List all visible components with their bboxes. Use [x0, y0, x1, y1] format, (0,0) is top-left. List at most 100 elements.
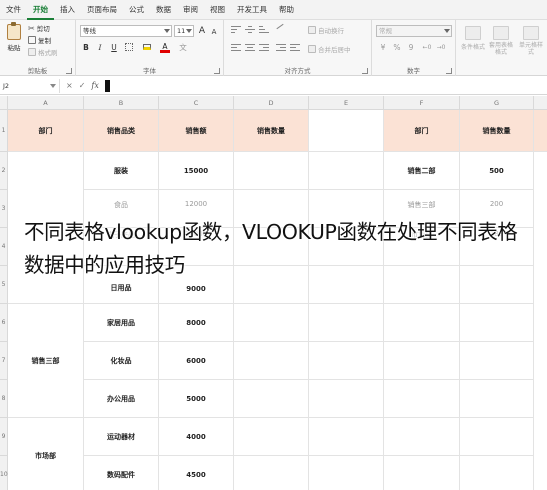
menu-developer[interactable]: 开发工具 — [231, 0, 273, 20]
row-header-3[interactable]: 3 — [0, 190, 8, 228]
header-cell-amount[interactable]: 销售额 — [159, 110, 234, 152]
lookup-dept-cell[interactable]: 销售二部 — [384, 152, 460, 190]
italic-button[interactable]: I — [95, 43, 105, 53]
cell-f[interactable] — [384, 380, 460, 418]
menu-view[interactable]: 视图 — [204, 0, 231, 20]
align-bottom-icon[interactable] — [259, 26, 269, 34]
border-button[interactable] — [124, 43, 134, 53]
menu-home[interactable]: 开始 — [27, 0, 54, 20]
row-header-8[interactable]: 8 — [0, 380, 8, 418]
qty-cell[interactable] — [234, 304, 309, 342]
number-launcher-icon[interactable] — [446, 68, 452, 74]
clipboard-launcher-icon[interactable] — [66, 68, 72, 74]
cell-g[interactable] — [460, 342, 534, 380]
cell-e[interactable] — [309, 152, 384, 190]
header-cell-g-qty[interactable]: 销售数量 — [460, 110, 534, 152]
row-header-5[interactable]: 5 — [0, 266, 8, 304]
font-launcher-icon[interactable] — [214, 68, 220, 74]
amount-cell[interactable]: 5000 — [159, 380, 234, 418]
lookup-qty-cell[interactable]: 500 — [460, 152, 534, 190]
cell-e[interactable] — [309, 304, 384, 342]
decrease-decimal-button[interactable]: →0 — [436, 43, 446, 53]
cell-g[interactable] — [460, 304, 534, 342]
cell-e[interactable] — [309, 456, 384, 490]
underline-button[interactable]: U — [109, 43, 119, 53]
font-color-button[interactable]: A — [160, 42, 170, 53]
cut-button[interactable]: ✂ 剪切 — [28, 23, 50, 34]
increase-indent-icon[interactable] — [290, 44, 300, 52]
bold-button[interactable]: B — [81, 43, 91, 53]
column-header-g[interactable]: G — [460, 96, 534, 110]
cell-g[interactable] — [460, 380, 534, 418]
column-header-d[interactable]: D — [234, 96, 309, 110]
row-header-1[interactable]: 1 — [0, 110, 8, 152]
category-cell[interactable]: 家居用品 — [84, 304, 159, 342]
name-box[interactable]: J2 — [0, 78, 60, 93]
cell-g[interactable] — [460, 456, 534, 490]
category-cell[interactable]: 数码配件 — [84, 456, 159, 490]
grow-font-button[interactable]: A — [197, 26, 207, 36]
category-cell[interactable]: 服装 — [84, 152, 159, 190]
align-center-icon[interactable] — [245, 44, 255, 52]
phonetic-button[interactable]: 文 — [178, 43, 188, 53]
wrap-text-button[interactable]: 自动换行 — [308, 25, 344, 35]
header-cell-f-dept[interactable]: 部门 — [384, 110, 460, 152]
decrease-indent-icon[interactable] — [276, 44, 286, 52]
menu-help[interactable]: 帮助 — [273, 0, 300, 20]
align-middle-icon[interactable] — [245, 26, 255, 34]
cancel-icon[interactable]: × — [66, 81, 73, 90]
row-header-7[interactable]: 7 — [0, 342, 8, 380]
cell-e[interactable] — [309, 342, 384, 380]
amount-cell[interactable]: 15000 — [159, 152, 234, 190]
cell-g[interactable] — [460, 418, 534, 456]
category-cell[interactable]: 运动器材 — [84, 418, 159, 456]
header-cell-qty[interactable]: 销售数量 — [234, 110, 309, 152]
amount-cell[interactable]: 4000 — [159, 418, 234, 456]
menu-review[interactable]: 审阅 — [177, 0, 204, 20]
column-header-a[interactable]: A — [8, 96, 84, 110]
column-header-c[interactable]: C — [159, 96, 234, 110]
copy-button[interactable]: 复制 — [28, 35, 51, 45]
cell-f[interactable] — [384, 342, 460, 380]
row-header-6[interactable]: 6 — [0, 304, 8, 342]
column-header-f[interactable]: F — [384, 96, 460, 110]
menu-page-layout[interactable]: 页面布局 — [81, 0, 123, 20]
select-all-corner[interactable] — [0, 96, 8, 110]
font-name-select[interactable]: 等线 — [80, 25, 172, 37]
shrink-font-button[interactable]: A — [209, 27, 219, 37]
dept-cell-sales3[interactable]: 销售三部 — [8, 304, 84, 418]
cell-e[interactable] — [309, 418, 384, 456]
qty-cell[interactable] — [234, 456, 309, 490]
comma-button[interactable]: 9 — [406, 43, 416, 53]
format-painter-button[interactable]: 格式刷 — [28, 47, 58, 57]
category-cell[interactable]: 办公用品 — [84, 380, 159, 418]
menu-data[interactable]: 数据 — [150, 0, 177, 20]
column-header-h[interactable] — [534, 96, 547, 110]
orientation-icon[interactable] — [276, 23, 286, 34]
amount-cell[interactable]: 4500 — [159, 456, 234, 490]
row-header-10[interactable]: 10 — [0, 456, 8, 490]
merge-center-button[interactable]: 合并后居中 — [308, 44, 351, 54]
row-header-9[interactable]: 9 — [0, 418, 8, 456]
function-icon[interactable]: fx — [91, 81, 98, 90]
cell-f[interactable] — [384, 418, 460, 456]
category-cell[interactable]: 化妆品 — [84, 342, 159, 380]
row-header-2[interactable]: 2 — [0, 152, 8, 190]
qty-cell[interactable] — [234, 152, 309, 190]
cell-styles-button[interactable]: 单元格样式 — [518, 26, 544, 60]
column-header-b[interactable]: B — [84, 96, 159, 110]
currency-button[interactable]: ¥ — [378, 43, 388, 53]
qty-cell[interactable] — [234, 380, 309, 418]
menu-insert[interactable]: 插入 — [54, 0, 81, 20]
cell-e[interactable] — [309, 380, 384, 418]
amount-cell[interactable]: 6000 — [159, 342, 234, 380]
paste-button[interactable]: 粘贴 — [4, 22, 24, 58]
amount-cell[interactable]: 8000 — [159, 304, 234, 342]
worksheet-grid[interactable]: A B C D E F G 1 2 3 4 5 6 7 8 9 10 部门 销售… — [0, 96, 547, 490]
column-header-e[interactable]: E — [309, 96, 384, 110]
alignment-launcher-icon[interactable] — [362, 68, 368, 74]
cell-f[interactable] — [384, 304, 460, 342]
formula-input[interactable] — [104, 79, 110, 92]
align-right-icon[interactable] — [259, 44, 269, 52]
cell-e1[interactable] — [309, 110, 384, 152]
